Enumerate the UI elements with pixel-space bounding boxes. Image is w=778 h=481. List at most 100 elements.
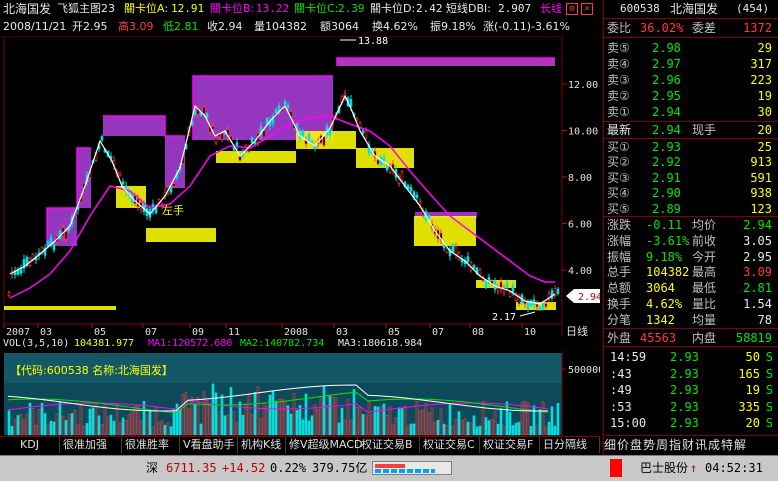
volume-bar [340,407,344,436]
stat-value: 2.94 [743,218,772,232]
resistance-zone [77,148,91,208]
strength-bar-red [375,464,405,468]
volume-bar [214,392,218,436]
candle-body [541,302,545,309]
row-label: 卖② [607,89,630,103]
tab-warrant-f[interactable]: 权证交易F [480,437,540,453]
tab-warrant-c[interactable]: 权证交易C [420,437,480,453]
tab-v-assistant[interactable]: V看盘助手 [180,437,238,453]
quote-panel: 600538 北海国发 (454) 委比 36.02% 委差 1372 卖⑤ 2.… [603,0,778,455]
row-label: 买① [607,140,630,154]
volume-bar [304,393,308,436]
volume-bar [268,394,272,436]
close-icon[interactable]: × [581,3,593,15]
support-zone [4,306,116,310]
info-amplitude: 振9.18% [430,20,476,33]
volume-bar [28,402,32,436]
pass-c-value: 2.39 [338,2,365,15]
row-price: 2.96 [652,73,681,87]
tick-flag: S [765,383,773,397]
tick-volume: 20 [745,416,760,430]
bid-row[interactable]: 买① 2.93 25 [604,139,776,155]
tab-accurate-plus[interactable]: 很准加强 [60,437,122,453]
stat-label: 涨跌 [607,218,632,232]
candle-body [286,104,290,108]
candle-body [118,172,122,176]
volume-bar [466,421,470,436]
stat-label: 均价 [692,218,717,232]
bid-row[interactable]: 买④ 2.90 938 [604,185,776,201]
candle-body [301,130,305,137]
period-label[interactable]: 日线 [566,324,588,336]
candle-body [442,244,446,249]
volume-bar [499,408,503,436]
tab-warrant-b[interactable]: 权证交易B [358,437,420,453]
indicator-name[interactable]: 飞狐主图23 [57,0,115,18]
ask-row[interactable]: 卖③ 2.96 223 [604,72,776,88]
ask-row[interactable]: 卖① 2.94 30 [604,104,776,120]
tick-volume: 19 [745,383,760,397]
candle-body [214,138,218,144]
vol-label: VOL(3,5,10) [3,338,70,349]
volume-bar [70,413,74,436]
row-label: 卖⑤ [607,41,630,55]
x-tick-label: 05 [388,327,400,336]
info-open: 开2.95 [72,20,108,33]
volume-bar [163,424,167,436]
settings-icon[interactable]: ⚙ [566,3,578,15]
candle-body [418,201,422,205]
candle-body [328,130,332,136]
bid-row[interactable]: 买⑤ 2.89 123 [604,201,776,217]
ask-row[interactable]: 卖④ 2.97 317 [604,56,776,72]
wei-bi-row: 委比 36.02% 委差 1372 [604,20,776,36]
stat-value: 1342 [646,312,675,327]
volume-bar [178,409,182,436]
quote-bottom-tabs[interactable]: 细价盘势周指财讯成特解 [604,435,778,453]
row-price: 2.98 [652,41,681,55]
broker-name[interactable]: 巴士股份 [640,456,688,481]
candle-body [100,136,104,141]
candle-body [427,215,431,219]
x-tick-label: 08 [472,327,484,336]
alert-icon[interactable] [610,459,622,477]
ask-row[interactable]: 卖⑤ 2.98 29 [604,40,776,56]
stat-value: 104382 [646,265,690,280]
volume-bar [553,425,557,436]
stats-row: 总额 3064 最低 2.81 [604,280,776,296]
stat-value: 2.81 [743,281,772,296]
tick-time: 15:00 [610,416,647,430]
x-tick-label: 10 [524,327,536,336]
stat-label: 振幅 [607,249,632,264]
volume-bar [109,414,113,436]
candle-body [535,304,539,307]
status-bar: 深 6711.35 +14.52 0.22% 379.75亿 巴士股份 ↑ 04… [0,455,778,481]
x-tick-label: 11 [228,327,240,336]
tick-price: 2.93 [670,350,699,364]
y-tick-label: 12.00 [568,80,598,91]
candle-body [544,303,548,307]
tab-kdj[interactable]: KDJ [0,437,60,453]
info-close: 收2.94 [207,20,243,33]
ask-row[interactable]: 卖② 2.95 19 [604,88,776,104]
row-label: 卖① [607,105,630,119]
tab-day-separator[interactable]: 日分隔线 [540,437,600,453]
pass-d-label: 關卡位D: [370,2,416,15]
volume-bar [382,403,386,436]
row-price: 2.97 [652,57,681,71]
volume-bar [58,401,62,436]
price-chart[interactable]: 13.88 2.17 左手 12.00 10.00 8.00 6.00 4.00 2.9… [0,36,600,336]
stat-value: 78 [757,312,772,327]
bid-row[interactable]: 买② 2.92 913 [604,154,776,170]
volume-bar [43,413,47,436]
kline-chart-area[interactable]: 北海国发 飞狐主图23 關卡位A: 12.91 關卡位B: 13.22 關卡位C… [0,0,600,452]
tab-super-macd[interactable]: 修V超级MACD [286,437,363,453]
row-volume: 938 [750,186,772,201]
volume-bar [457,411,461,436]
volume-bar [253,391,257,436]
tab-institution-kline[interactable]: 机构K线 [238,437,286,453]
volume-bar [298,405,302,436]
bid-row[interactable]: 买③ 2.91 591 [604,170,776,186]
x-tick-label: 07 [145,327,157,336]
pass-a-label: 關卡位A: [124,2,169,15]
tab-accurate-winrate[interactable]: 很准胜率 [122,437,180,453]
